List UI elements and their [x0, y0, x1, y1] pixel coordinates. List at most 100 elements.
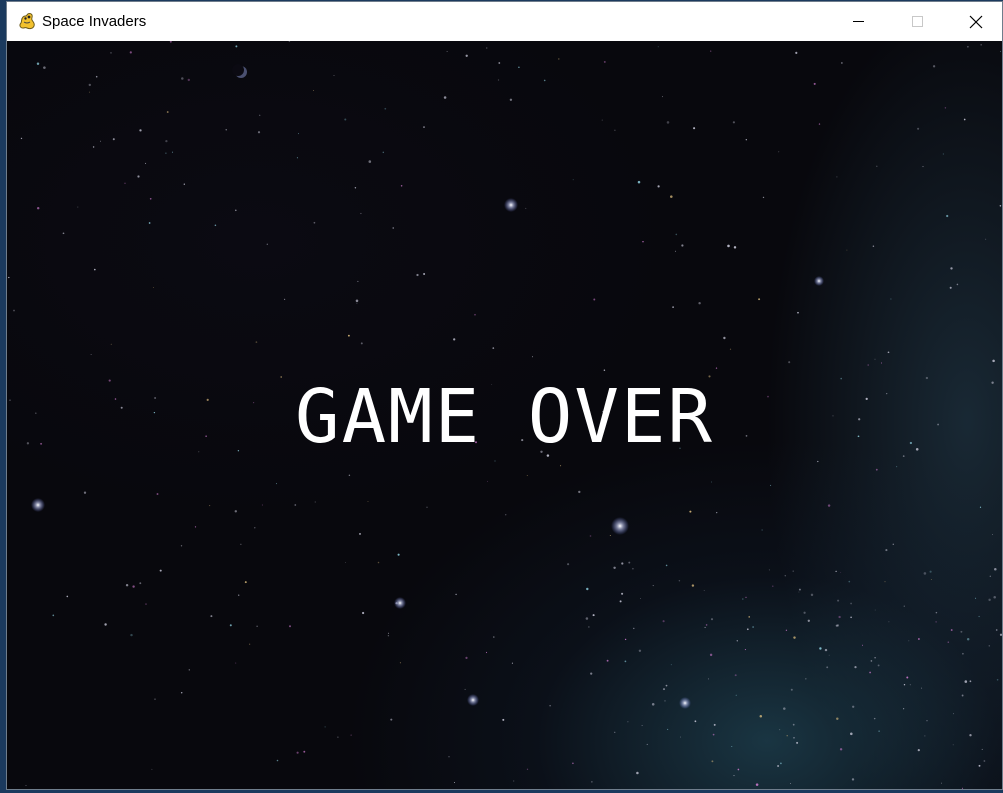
close-icon — [969, 15, 983, 29]
star — [810, 593, 814, 597]
star — [792, 723, 795, 726]
star — [742, 598, 744, 600]
star — [826, 666, 829, 669]
star — [819, 647, 822, 650]
star — [784, 575, 786, 577]
star — [603, 369, 606, 371]
star — [100, 140, 101, 142]
star — [798, 591, 800, 593]
star — [960, 630, 963, 633]
star — [793, 736, 795, 739]
star — [283, 298, 286, 301]
star — [727, 244, 730, 248]
star — [20, 137, 23, 140]
star — [387, 632, 390, 634]
star — [357, 280, 359, 282]
star — [790, 783, 791, 784]
star — [999, 205, 1002, 207]
star — [384, 107, 387, 110]
star — [723, 336, 726, 340]
star — [983, 760, 986, 762]
star — [589, 535, 592, 537]
star — [964, 680, 968, 683]
star — [992, 359, 995, 363]
star — [166, 111, 169, 113]
star — [836, 624, 840, 627]
star — [922, 166, 924, 168]
star — [124, 182, 126, 184]
star — [981, 748, 983, 750]
star — [935, 611, 938, 614]
star — [962, 652, 964, 655]
maximize-button[interactable] — [888, 2, 946, 41]
star — [621, 592, 624, 595]
star — [188, 669, 190, 671]
star — [996, 679, 999, 681]
star — [999, 633, 1002, 636]
star — [259, 114, 261, 116]
star — [423, 126, 425, 129]
star — [606, 659, 609, 662]
star — [77, 206, 79, 208]
star — [798, 588, 801, 591]
star — [621, 562, 624, 565]
star — [975, 597, 977, 599]
star — [917, 127, 920, 130]
star — [670, 664, 672, 666]
star — [892, 543, 895, 546]
star — [952, 713, 954, 715]
star — [333, 74, 335, 76]
star — [923, 572, 927, 575]
star — [36, 62, 40, 65]
star — [52, 614, 55, 617]
star — [586, 587, 589, 591]
star — [783, 707, 786, 710]
star — [104, 623, 107, 626]
star — [313, 221, 316, 224]
star — [249, 643, 251, 645]
star — [662, 688, 666, 691]
star — [493, 636, 495, 638]
game-canvas[interactable]: GAME OVER — [7, 41, 1002, 789]
star — [840, 572, 842, 573]
star — [761, 529, 763, 531]
star — [88, 83, 91, 87]
star — [875, 468, 878, 471]
star — [590, 672, 593, 675]
star — [62, 232, 65, 235]
star — [707, 678, 709, 680]
star — [867, 364, 869, 366]
star — [991, 533, 994, 536]
minimize-button[interactable] — [830, 2, 888, 41]
star — [788, 361, 791, 364]
star — [768, 569, 770, 571]
star — [148, 222, 151, 224]
star — [578, 490, 581, 494]
star — [543, 79, 546, 82]
star — [796, 741, 799, 744]
star — [397, 553, 400, 556]
star — [988, 645, 991, 647]
star — [737, 768, 740, 771]
star — [930, 579, 932, 580]
title-bar[interactable]: Space Invaders — [7, 2, 1002, 41]
star — [632, 567, 634, 570]
star — [777, 765, 780, 767]
star — [572, 179, 574, 181]
star — [908, 640, 910, 642]
star — [869, 671, 871, 674]
star — [903, 605, 905, 607]
close-button[interactable] — [946, 2, 1002, 41]
star — [149, 197, 152, 200]
star — [486, 47, 488, 49]
star — [662, 620, 665, 623]
star — [733, 775, 735, 777]
star — [90, 354, 92, 355]
star — [713, 723, 716, 726]
star — [289, 625, 291, 628]
star — [572, 762, 574, 765]
star — [780, 762, 782, 765]
star — [694, 720, 697, 723]
star — [137, 175, 140, 178]
star — [110, 52, 112, 54]
